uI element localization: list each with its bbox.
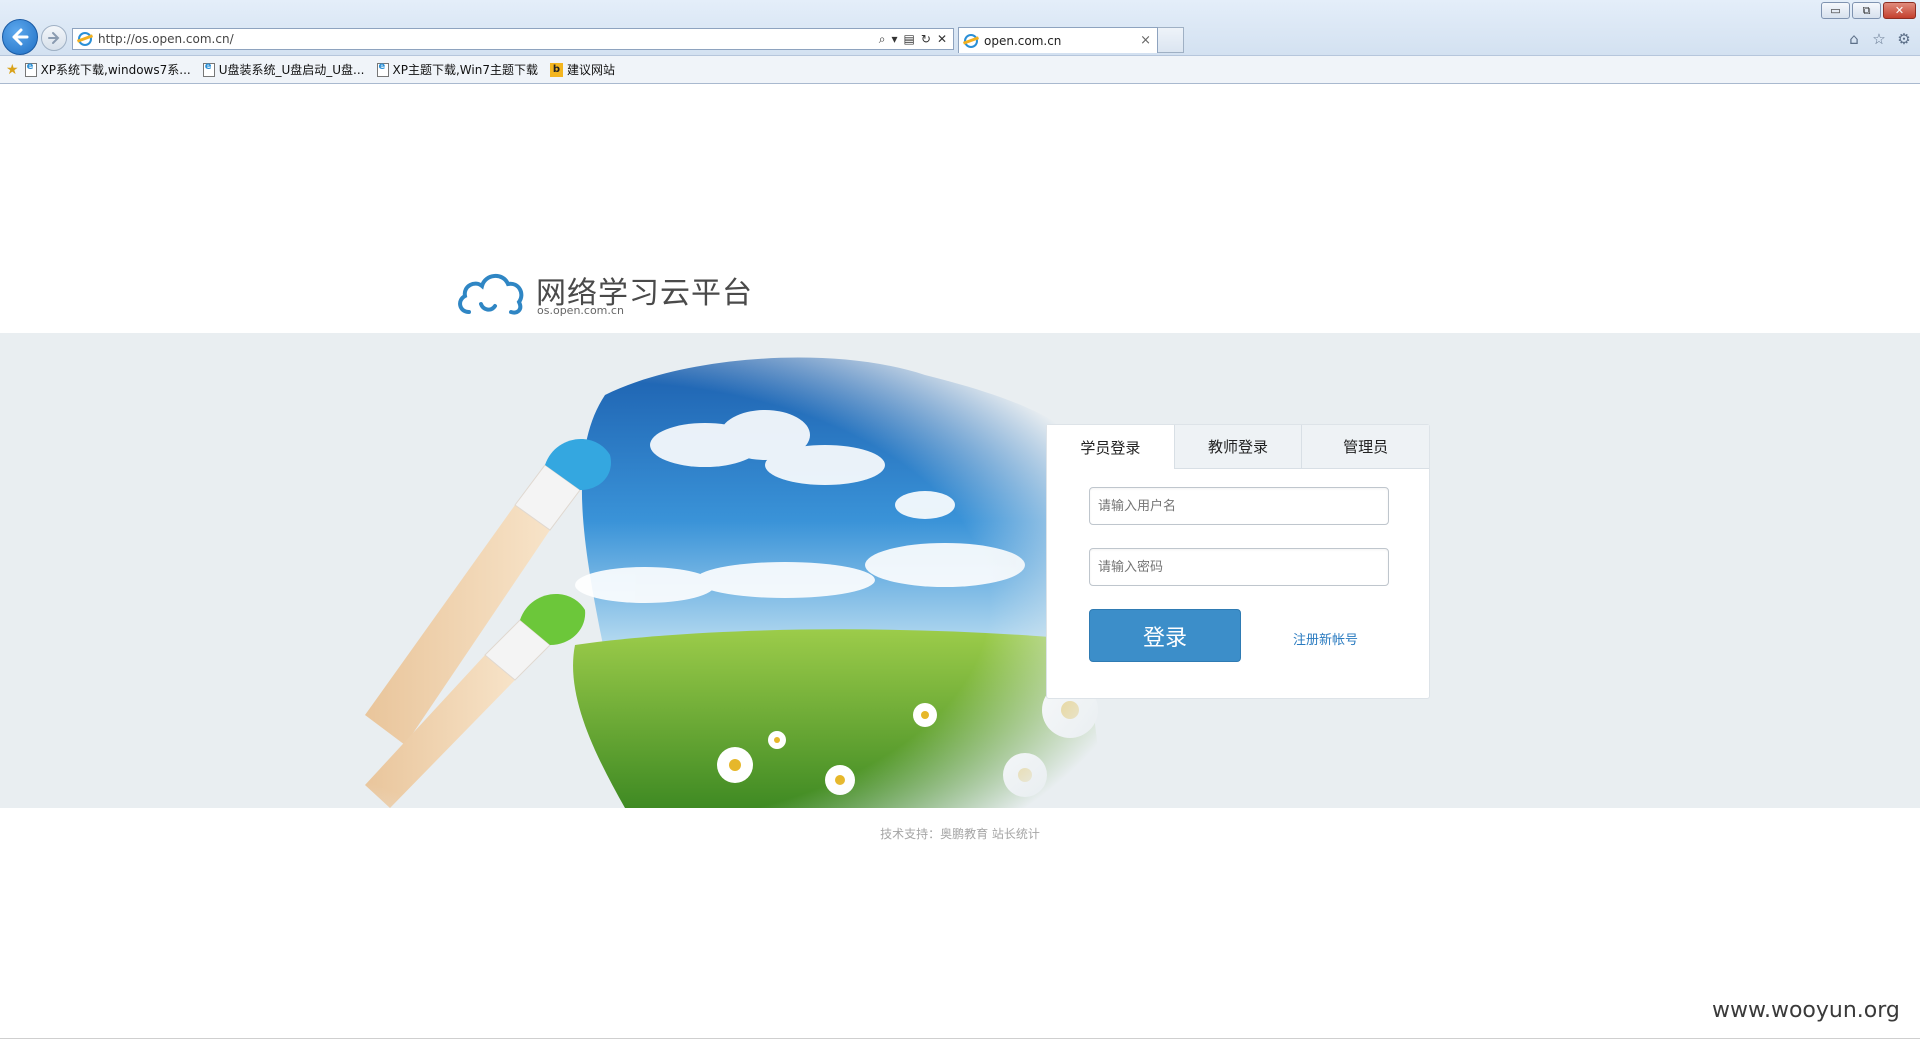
favorites-add-icon[interactable]: ★ [6, 62, 19, 78]
tab-student-login[interactable]: 学员登录 [1047, 425, 1174, 469]
site-logo[interactable]: 网络学习云平台 os.open.com.cn [455, 264, 755, 324]
bottom-divider [0, 1038, 1920, 1039]
favorites-star-icon[interactable]: ☆ [1869, 29, 1889, 49]
ie-page-icon [24, 61, 37, 77]
footer-credits[interactable]: 技术支持：奥鹏教育 站长统计 [0, 825, 1920, 842]
favorite-label: U盘装系统_U盘启动_U盘... [218, 63, 365, 77]
arrow-left-icon [12, 28, 29, 46]
password-input[interactable] [1089, 548, 1389, 586]
bing-icon: b [549, 62, 563, 77]
tab-close-button[interactable]: × [1140, 33, 1151, 48]
favorite-label: XP系统下载,windows7系... [40, 63, 191, 77]
hero-illustration [365, 355, 1155, 808]
back-button[interactable] [2, 19, 38, 55]
compat-view-icon[interactable]: ▤ [904, 32, 915, 47]
arrow-right-icon [48, 32, 60, 44]
browser-tab[interactable]: open.com.cn × [958, 27, 1158, 53]
ie-page-icon [202, 61, 215, 77]
register-link[interactable]: 注册新帐号 [1293, 629, 1358, 648]
login-tabs: 学员登录 教师登录 管理员 [1047, 425, 1430, 469]
tab-admin-login[interactable]: 管理员 [1301, 425, 1430, 469]
favorite-item[interactable]: XP主题下载,Win7主题下载 [376, 61, 538, 78]
close-window-button[interactable]: ✕ [1883, 2, 1916, 19]
cloud-logo-icon [458, 274, 524, 315]
gear-icon[interactable]: ⚙ [1894, 29, 1914, 49]
browser-title-bar: http://os.open.com.cn/ ⌕ ▾ ▤ ↻ ✕ open.co… [0, 0, 1920, 56]
favorite-item[interactable]: XP系统下载,windows7系... [24, 61, 191, 78]
search-icon[interactable]: ⌕ [879, 32, 886, 47]
login-button[interactable]: 登录 [1089, 609, 1241, 662]
restore-button[interactable]: ⧉ [1852, 2, 1881, 19]
ie-page-icon [78, 32, 92, 46]
watermark: www.wooyun.org [1712, 998, 1900, 1023]
favorite-item[interactable]: U盘装系统_U盘启动_U盘... [202, 61, 365, 78]
address-bar[interactable]: http://os.open.com.cn/ ⌕ ▾ ▤ ↻ ✕ [72, 28, 954, 50]
favorite-label: XP主题下载,Win7主题下载 [392, 63, 538, 77]
favorites-bar: ★ XP系统下载,windows7系... U盘装系统_U盘启动_U盘... X… [0, 56, 1920, 84]
chevron-down-icon[interactable]: ▾ [892, 32, 898, 47]
new-tab-button[interactable] [1158, 27, 1184, 53]
address-url[interactable]: http://os.open.com.cn/ [98, 32, 879, 46]
favorite-item[interactable]: b 建议网站 [549, 61, 615, 78]
tab-title: open.com.cn [984, 33, 1062, 48]
favorite-label: 建议网站 [566, 63, 615, 77]
forward-button[interactable] [41, 25, 67, 51]
stop-icon[interactable]: ✕ [937, 32, 947, 47]
ie-page-icon [376, 61, 389, 77]
refresh-icon[interactable]: ↻ [921, 32, 931, 47]
username-input[interactable] [1089, 487, 1389, 525]
home-icon[interactable]: ⌂ [1844, 29, 1864, 49]
minimize-button[interactable]: ▭ [1821, 2, 1850, 19]
ie-page-icon [964, 33, 978, 48]
logo-subtitle: os.open.com.cn [537, 304, 624, 317]
tab-teacher-login[interactable]: 教师登录 [1173, 425, 1302, 469]
login-panel: 学员登录 教师登录 管理员 登录 注册新帐号 [1046, 424, 1430, 699]
